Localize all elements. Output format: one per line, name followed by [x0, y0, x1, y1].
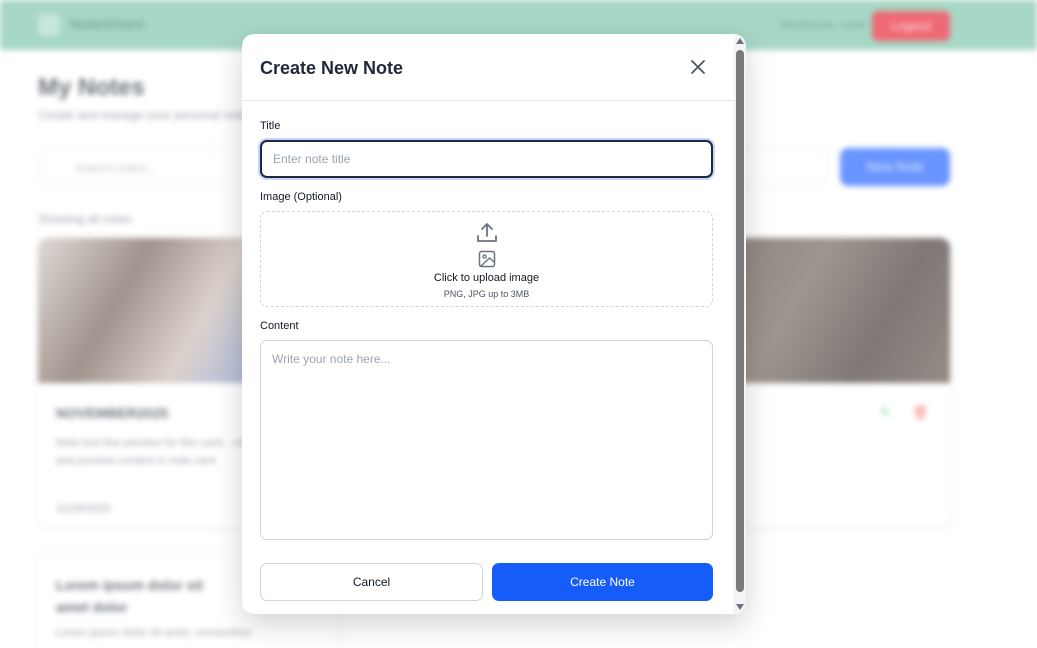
- modal-title: Create New Note: [260, 58, 404, 78]
- image-icon: [478, 250, 496, 268]
- title-label: Title: [260, 120, 281, 132]
- modal-scrollbar[interactable]: [734, 34, 746, 614]
- close-icon: [691, 60, 705, 74]
- scroll-thumb[interactable]: [736, 50, 744, 592]
- upload-hint: PNG, JPG up to 3MB: [443, 289, 530, 299]
- create-note-modal: Create New Note Title Image (Optional) C…: [242, 34, 746, 614]
- content-label: Content: [260, 320, 299, 332]
- cancel-button[interactable]: Cancel: [260, 563, 483, 601]
- title-input[interactable]: [260, 140, 713, 178]
- image-label: Image (Optional): [260, 191, 342, 203]
- upload-text: Click to upload image: [433, 272, 540, 284]
- modal-header: Create New Note: [242, 34, 734, 101]
- image-upload-dropzone[interactable]: Click to upload image PNG, JPG up to 3MB: [260, 211, 713, 307]
- upload-icon: [477, 223, 497, 242]
- scroll-down-arrow-icon[interactable]: [736, 604, 744, 610]
- scroll-up-arrow-icon[interactable]: [736, 38, 744, 44]
- close-button[interactable]: [687, 56, 709, 78]
- content-textarea[interactable]: [260, 340, 713, 540]
- create-note-button[interactable]: Create Note: [492, 563, 713, 601]
